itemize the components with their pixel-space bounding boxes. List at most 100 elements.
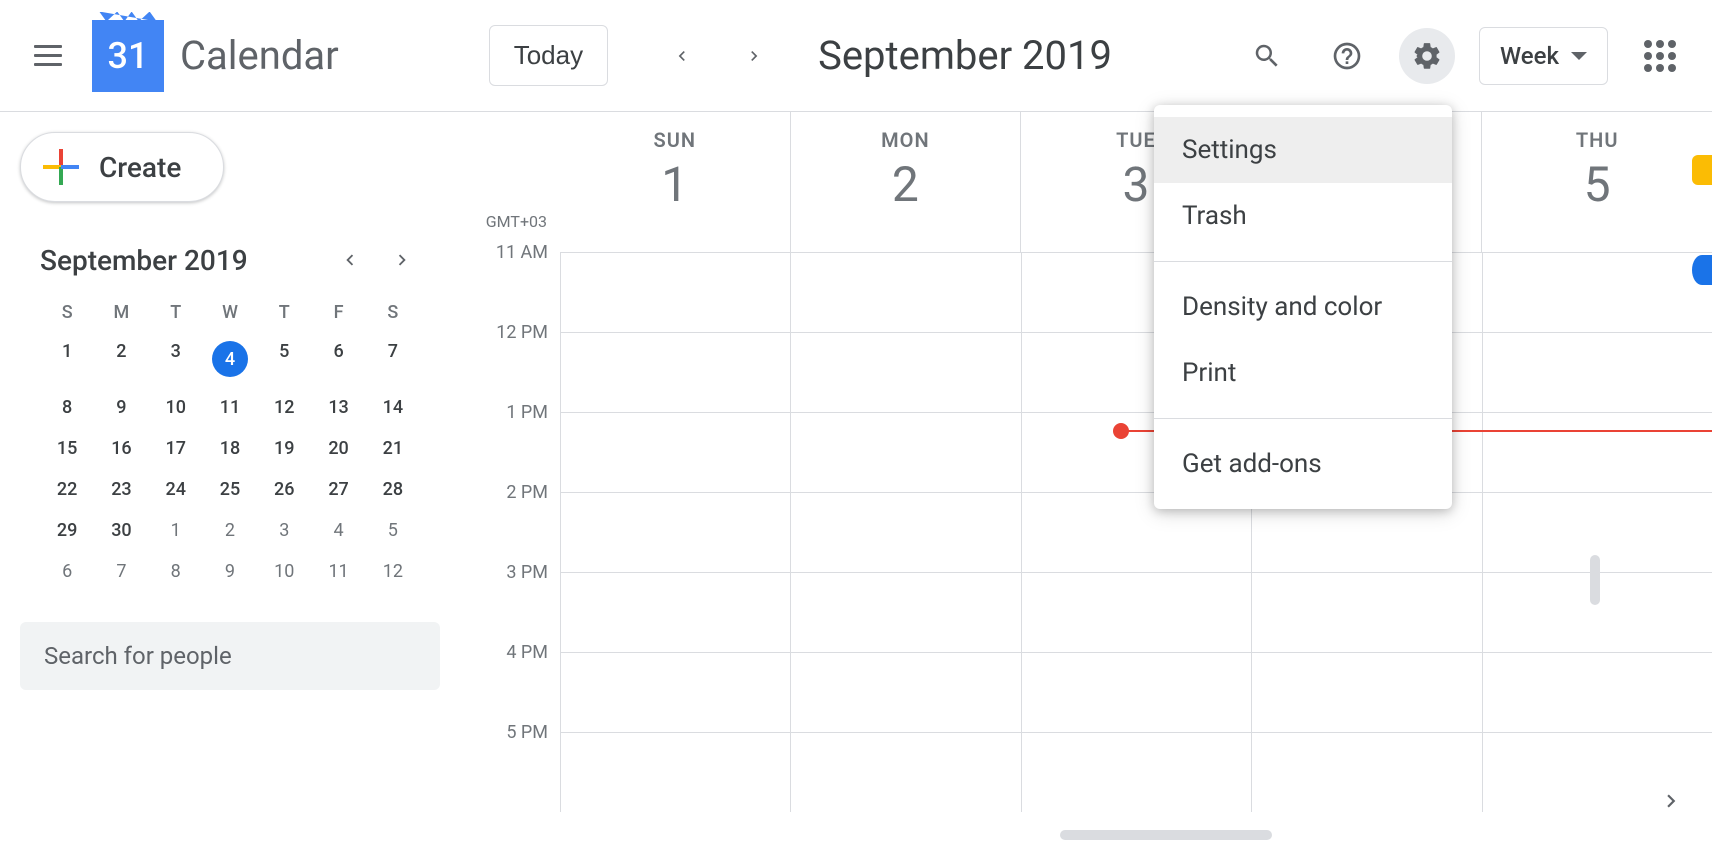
mini-day-cell[interactable]: 19 [257, 428, 311, 469]
time-cell[interactable] [1482, 653, 1712, 732]
mini-day-cell[interactable]: 24 [149, 469, 203, 510]
keep-sidebar-icon[interactable] [1692, 155, 1712, 185]
time-cell[interactable] [560, 253, 790, 332]
menu-item-trash[interactable]: Trash [1154, 183, 1452, 249]
today-button[interactable]: Today [489, 25, 608, 86]
time-cell[interactable] [790, 413, 1020, 492]
time-cell[interactable] [790, 253, 1020, 332]
mini-day-cell[interactable]: 7 [94, 551, 148, 592]
chevron-right-icon [1658, 788, 1684, 814]
mini-day-cell[interactable]: 25 [203, 469, 257, 510]
mini-day-cell[interactable]: 18 [203, 428, 257, 469]
app-logo[interactable]: 31 Calendar [92, 20, 339, 92]
mini-day-cell[interactable]: 10 [149, 387, 203, 428]
mini-day-cell[interactable]: 9 [203, 551, 257, 592]
mini-day-cell[interactable]: 15 [40, 428, 94, 469]
search-people-input[interactable]: Search for people [20, 622, 440, 690]
time-cell[interactable] [560, 333, 790, 412]
mini-day-cell[interactable]: 1 [40, 331, 94, 387]
time-cell[interactable] [790, 493, 1020, 572]
mini-day-cell[interactable]: 4 [311, 510, 365, 551]
menu-item-print[interactable]: Print [1154, 340, 1452, 406]
mini-day-cell[interactable]: 6 [311, 331, 365, 387]
create-button[interactable]: Create [20, 132, 224, 202]
mini-day-cell[interactable]: 2 [94, 331, 148, 387]
time-cell[interactable] [1021, 653, 1251, 732]
scrollbar-thumb[interactable] [1060, 830, 1272, 840]
time-row: 5 PM [460, 732, 1712, 812]
mini-day-cell[interactable]: 9 [94, 387, 148, 428]
view-switcher[interactable]: Week [1479, 27, 1608, 85]
mini-day-cell[interactable]: 14 [366, 387, 420, 428]
time-cell[interactable] [1482, 253, 1712, 332]
mini-day-cell[interactable]: 6 [40, 551, 94, 592]
time-cell[interactable] [560, 733, 790, 812]
time-cell[interactable] [1021, 733, 1251, 812]
mini-day-cell[interactable]: 30 [94, 510, 148, 551]
timezone-label: GMT+03 [460, 212, 555, 231]
time-cell[interactable] [1251, 733, 1481, 812]
mini-day-cell[interactable]: 13 [311, 387, 365, 428]
mini-dow-header: F [311, 294, 365, 331]
day-header[interactable]: SUN1 [560, 112, 790, 252]
mini-day-cell[interactable]: 8 [149, 551, 203, 592]
settings-button[interactable] [1399, 28, 1455, 84]
time-cell[interactable] [1482, 333, 1712, 412]
mini-day-cell[interactable]: 22 [40, 469, 94, 510]
time-cell[interactable] [1251, 573, 1481, 652]
horizontal-scrollbar[interactable] [1060, 830, 1272, 840]
mini-day-cell[interactable]: 3 [257, 510, 311, 551]
mini-day-cell[interactable]: 21 [366, 428, 420, 469]
mini-day-cell[interactable]: 28 [366, 469, 420, 510]
main-menu-button[interactable] [24, 32, 72, 80]
menu-item-density[interactable]: Density and color [1154, 274, 1452, 340]
time-cell[interactable] [560, 573, 790, 652]
time-cell[interactable] [1482, 413, 1712, 492]
mini-day-cell[interactable]: 16 [94, 428, 148, 469]
time-cell[interactable] [790, 733, 1020, 812]
mini-prev-month[interactable] [332, 242, 368, 278]
mini-day-cell[interactable]: 29 [40, 510, 94, 551]
time-cell[interactable] [790, 573, 1020, 652]
mini-day-cell[interactable]: 11 [203, 387, 257, 428]
time-cell[interactable] [560, 413, 790, 492]
mini-day-cell[interactable]: 12 [257, 387, 311, 428]
day-header[interactable]: THU5 [1481, 112, 1712, 252]
create-label: Create [99, 151, 181, 184]
mini-day-cell[interactable]: 3 [149, 331, 203, 387]
mini-next-month[interactable] [384, 242, 420, 278]
mini-day-cell[interactable]: 4 [203, 331, 257, 387]
time-cell[interactable] [560, 653, 790, 732]
mini-day-cell[interactable]: 27 [311, 469, 365, 510]
menu-item-addons[interactable]: Get add-ons [1154, 431, 1452, 497]
next-period-button[interactable] [730, 32, 778, 80]
tasks-sidebar-icon[interactable] [1692, 255, 1712, 285]
mini-day-cell[interactable]: 12 [366, 551, 420, 592]
time-cell[interactable] [1251, 653, 1481, 732]
mini-day-cell[interactable]: 10 [257, 551, 311, 592]
time-cell[interactable] [790, 333, 1020, 412]
time-cell[interactable] [1021, 573, 1251, 652]
google-apps-button[interactable] [1632, 28, 1688, 84]
mini-day-cell[interactable]: 5 [366, 510, 420, 551]
mini-day-cell[interactable]: 23 [94, 469, 148, 510]
mini-day-cell[interactable]: 17 [149, 428, 203, 469]
time-cell[interactable] [560, 493, 790, 572]
mini-day-cell[interactable]: 26 [257, 469, 311, 510]
mini-day-cell[interactable]: 20 [311, 428, 365, 469]
mini-day-cell[interactable]: 7 [366, 331, 420, 387]
search-button[interactable] [1239, 28, 1295, 84]
menu-item-settings[interactable]: Settings [1154, 117, 1452, 183]
mini-day-cell[interactable]: 8 [40, 387, 94, 428]
time-cell[interactable] [790, 653, 1020, 732]
time-grid[interactable]: 11 AM12 PM1 PM2 PM3 PM4 PM5 PM [460, 252, 1712, 848]
show-side-panel-button[interactable] [1658, 788, 1684, 818]
vertical-scrollbar-thumb[interactable] [1590, 555, 1600, 605]
mini-day-cell[interactable]: 2 [203, 510, 257, 551]
help-button[interactable] [1319, 28, 1375, 84]
mini-day-cell[interactable]: 5 [257, 331, 311, 387]
mini-day-cell[interactable]: 1 [149, 510, 203, 551]
mini-day-cell[interactable]: 11 [311, 551, 365, 592]
prev-period-button[interactable] [658, 32, 706, 80]
day-header[interactable]: MON2 [790, 112, 1021, 252]
